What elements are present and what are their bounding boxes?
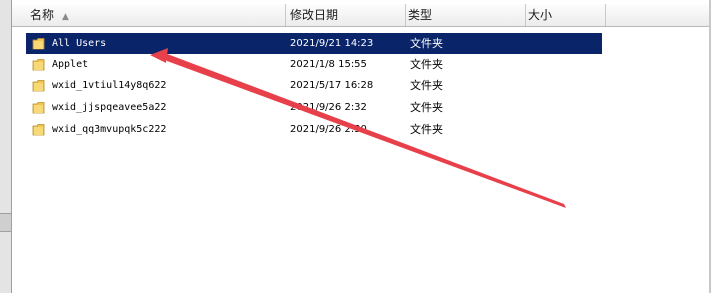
column-header-bar: 名称 ▲ 修改日期 类型 大小 (12, 4, 709, 27)
file-date: 2021/5/17 16:28 (290, 80, 374, 91)
file-row[interactable]: wxid_1vtiul14y8q622 2021/5/17 16:28 文件夹 (26, 75, 602, 96)
file-date: 2021/9/21 14:23 (290, 38, 374, 49)
file-name: wxid_jjspqeavee5a22 (52, 102, 167, 113)
file-type: 文件夹 (410, 101, 443, 114)
folder-icon (32, 79, 46, 92)
file-row[interactable]: Applet 2021/1/8 15:55 文件夹 (26, 54, 602, 75)
folder-icon (32, 101, 46, 114)
file-name: wxid_1vtiul14y8q622 (52, 80, 167, 91)
file-date: 2021/1/8 15:55 (290, 59, 367, 70)
column-header-type-label: 类型 (408, 8, 433, 22)
column-header-size-label: 大小 (528, 8, 553, 22)
file-type: 文件夹 (410, 37, 443, 50)
file-type: 文件夹 (410, 79, 443, 92)
navigation-pane-edge (0, 0, 12, 293)
column-header-date-label: 修改日期 (290, 8, 339, 22)
folder-icon (32, 58, 46, 71)
file-row[interactable]: All Users 2021/9/21 14:23 文件夹 (26, 33, 602, 54)
file-name: Applet (52, 59, 89, 70)
file-name: All Users (52, 38, 107, 49)
column-header-name-label: 名称 (30, 8, 55, 22)
column-header-type[interactable]: 类型 (406, 4, 526, 26)
pane-splitter[interactable] (0, 213, 11, 232)
file-name: wxid_qq3mvupqk5c222 (52, 124, 167, 135)
sort-up-icon: ▲ (62, 12, 69, 22)
column-header-date[interactable]: 修改日期 (286, 4, 406, 26)
file-row[interactable]: wxid_jjspqeavee5a22 2021/9/26 2:32 文件夹 (26, 97, 602, 118)
file-type: 文件夹 (410, 58, 443, 71)
column-header-name[interactable]: 名称 ▲ (12, 4, 286, 26)
folder-icon (32, 123, 46, 136)
column-header-size[interactable]: 大小 (526, 4, 606, 26)
file-type: 文件夹 (410, 123, 443, 136)
file-row[interactable]: wxid_qq3mvupqk5c222 2021/9/26 2:30 文件夹 (26, 119, 602, 140)
file-date: 2021/9/26 2:32 (290, 102, 367, 113)
file-date: 2021/9/26 2:30 (290, 124, 367, 135)
folder-icon (32, 37, 46, 50)
